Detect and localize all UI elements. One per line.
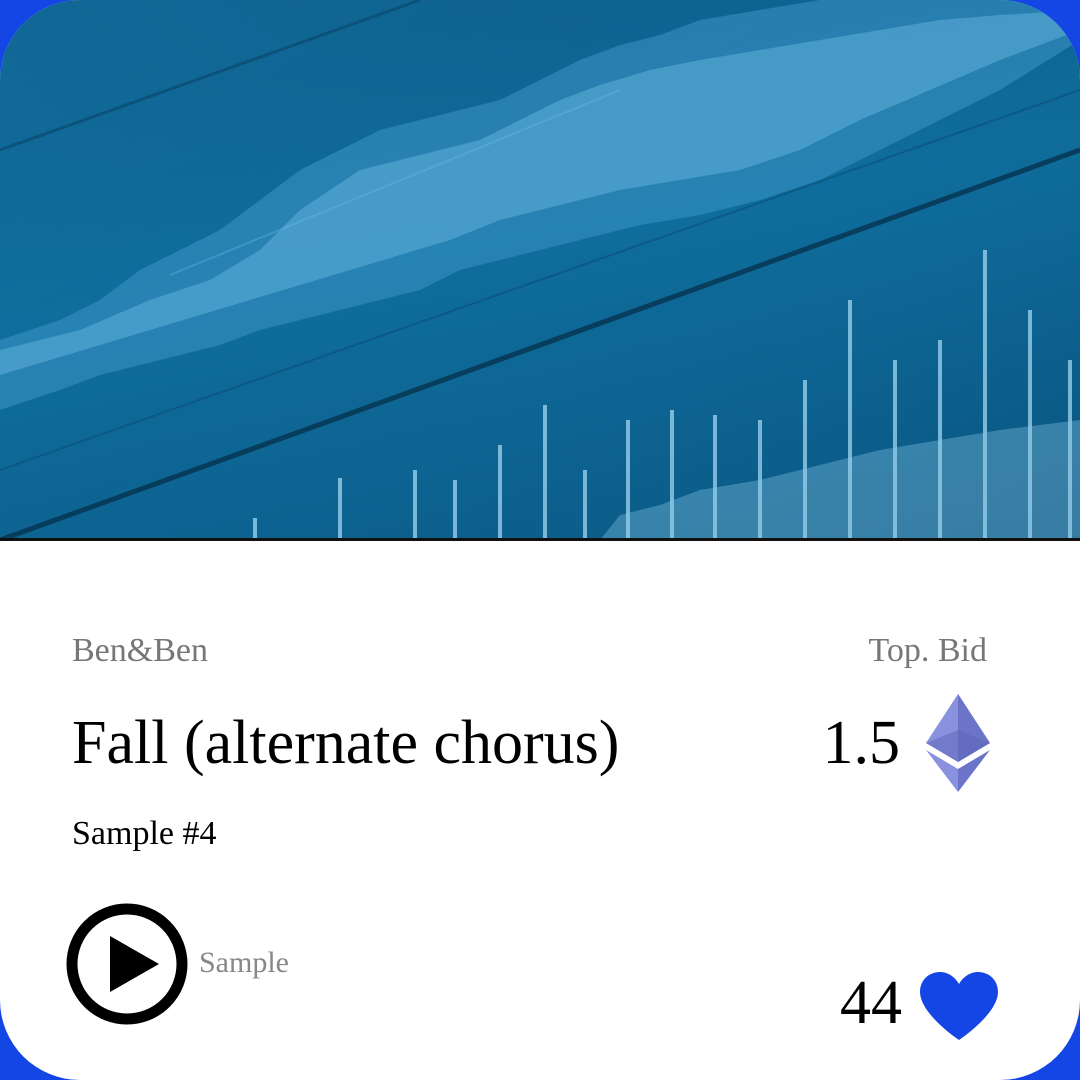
top-bid-label: Top. Bid xyxy=(868,632,987,669)
sample-number: Sample #4 xyxy=(72,815,217,852)
track-title: Fall (alternate chorus) xyxy=(72,709,620,777)
top-bid-value: 1.5 xyxy=(822,709,901,777)
play-button[interactable] xyxy=(66,903,188,1025)
nft-card: Ben&Ben Top. Bid Fall (alternate chorus)… xyxy=(0,0,1080,1080)
audio-waveform-artwork xyxy=(0,0,1080,540)
ethereum-icon xyxy=(926,694,990,792)
artist-name: Ben&Ben xyxy=(72,632,208,669)
waveform-image xyxy=(0,0,1080,540)
likes-count: 44 xyxy=(840,969,902,1037)
play-sample-label: Sample xyxy=(199,946,289,979)
heart-icon[interactable] xyxy=(918,970,1000,1042)
hero-divider xyxy=(0,538,1080,541)
